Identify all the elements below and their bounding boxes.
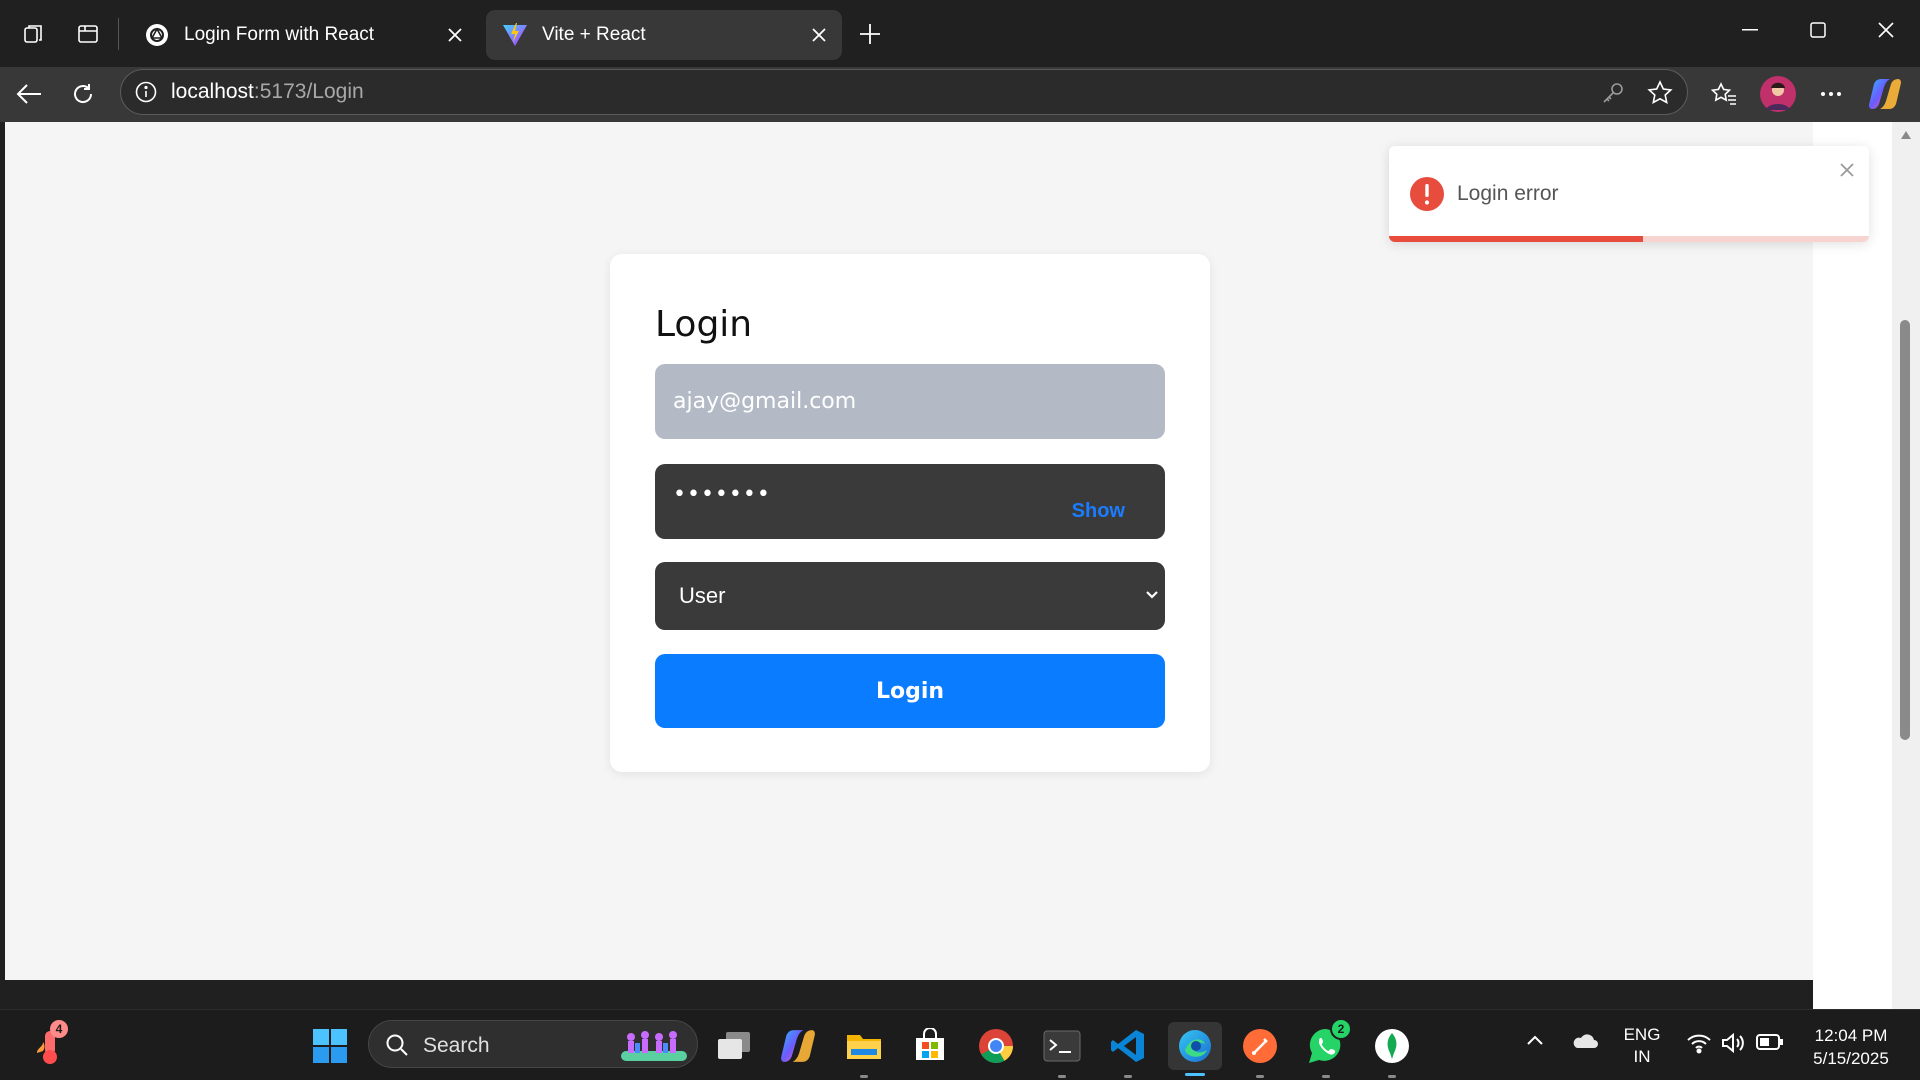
chrome-icon[interactable] [972, 1022, 1020, 1070]
favorites-icon[interactable] [1706, 76, 1742, 112]
weather-widget-icon[interactable]: 4 [26, 1020, 74, 1070]
running-indicator [1058, 1075, 1066, 1078]
new-tab-icon[interactable] [854, 18, 886, 50]
running-indicator [1124, 1075, 1132, 1078]
browser-tab-bar: Login Form with React Vite + React [0, 0, 1920, 67]
whatsapp-icon[interactable]: 2 [1302, 1018, 1352, 1078]
file-explorer-icon[interactable] [840, 1022, 888, 1078]
refresh-icon[interactable] [66, 77, 100, 111]
postman-icon[interactable] [1236, 1022, 1284, 1078]
site-info-icon[interactable] [135, 81, 157, 103]
tab-login-form[interactable]: Login Form with React [128, 10, 478, 60]
running-indicator [1388, 1075, 1396, 1078]
active-indicator [1185, 1073, 1205, 1076]
running-indicator [1256, 1075, 1264, 1078]
tab-title: Login Form with React [184, 24, 375, 45]
wifi-icon[interactable] [1686, 1032, 1712, 1054]
language-code: ENG [1623, 1025, 1661, 1044]
mongodb-compass-icon[interactable] [1368, 1022, 1416, 1078]
clock[interactable]: 12:04 PM 5/15/2025 [1796, 1024, 1906, 1070]
address-bar[interactable]: localhost:5173/Login [120, 69, 1688, 115]
minimize-icon[interactable] [1734, 14, 1766, 46]
vscode-icon[interactable] [1104, 1022, 1152, 1078]
email-input[interactable] [655, 364, 1165, 439]
volume-icon[interactable] [1720, 1032, 1746, 1054]
toast-progress-bar [1389, 236, 1644, 242]
terminal-icon[interactable] [1038, 1022, 1086, 1078]
scrollbar-thumb[interactable] [1900, 320, 1910, 740]
copilot-icon[interactable] [1866, 75, 1904, 113]
vite-favicon-icon [502, 22, 528, 48]
maximize-icon[interactable] [1802, 14, 1834, 46]
error-icon [1410, 177, 1444, 211]
scroll-up-arrow-icon[interactable] [1900, 130, 1912, 140]
profile-avatar[interactable] [1758, 74, 1798, 114]
url-host: localhost [171, 80, 254, 103]
toast-close-icon[interactable] [1835, 158, 1859, 182]
search-icon [385, 1033, 409, 1057]
close-tab-icon[interactable] [802, 18, 836, 52]
whatsapp-badge: 2 [1330, 1018, 1352, 1040]
battery-icon[interactable] [1756, 1034, 1784, 1050]
clock-time: 12:04 PM [1814, 1026, 1888, 1045]
taskbar-search[interactable]: Search [368, 1020, 698, 1068]
running-indicator [1322, 1075, 1330, 1078]
region-code: IN [1633, 1047, 1651, 1066]
search-highlight-icon [619, 1027, 689, 1063]
language-indicator[interactable]: ENG IN [1614, 1024, 1670, 1068]
browser-toolbar: localhost:5173/Login [0, 67, 1920, 122]
page-viewport: Login Show User Login [5, 122, 1813, 980]
back-icon[interactable] [12, 77, 46, 111]
email-field[interactable] [655, 364, 1165, 439]
close-tab-icon[interactable] [438, 18, 472, 52]
show-hidden-icons-icon[interactable] [1526, 1034, 1544, 1046]
login-title: Login [655, 304, 753, 345]
tab-actions-icon[interactable] [72, 18, 104, 50]
weather-badge: 4 [50, 1020, 68, 1038]
microsoft-store-icon[interactable] [906, 1022, 954, 1070]
url-path: :5173/Login [253, 80, 364, 103]
toast-message: Login error [1457, 182, 1559, 205]
close-window-icon[interactable] [1870, 14, 1902, 46]
page-scrollbar[interactable] [1892, 122, 1920, 1009]
password-field[interactable]: Show [655, 464, 1165, 539]
url-text[interactable]: localhost:5173/Login [171, 80, 364, 104]
clock-date: 5/15/2025 [1813, 1049, 1889, 1068]
login-card: Login Show User Login [610, 254, 1210, 772]
role-select-value: User [679, 583, 726, 608]
workspaces-icon[interactable] [18, 18, 50, 50]
more-options-icon[interactable] [1814, 77, 1848, 111]
search-label: Search [423, 1034, 490, 1057]
edge-icon[interactable] [1168, 1022, 1222, 1076]
start-icon[interactable] [306, 1022, 354, 1070]
chevron-down-icon [1141, 584, 1163, 606]
tab-divider [118, 18, 119, 50]
running-indicator [860, 1075, 868, 1078]
role-select[interactable]: User [655, 562, 1165, 630]
favorite-star-icon[interactable] [1647, 80, 1673, 106]
page-bottom-band [5, 980, 1813, 1009]
tab-title: Vite + React [542, 24, 646, 45]
onedrive-icon[interactable] [1570, 1030, 1598, 1050]
toast-progress-track [1389, 236, 1869, 242]
tab-vite-react[interactable]: Vite + React [486, 10, 842, 60]
windows-taskbar: 4 Search 2 ENG IN 12:04 PM 5/15/2025 [0, 1009, 1920, 1080]
page-right-margin [1813, 122, 1892, 1009]
login-submit-button[interactable]: Login [655, 654, 1165, 728]
copilot-taskbar-icon[interactable] [774, 1022, 822, 1070]
password-key-icon[interactable] [1601, 81, 1625, 105]
show-password-toggle[interactable]: Show [1072, 500, 1125, 523]
task-view-icon[interactable] [710, 1022, 758, 1070]
error-toast: Login error [1389, 146, 1869, 242]
openai-favicon-icon [144, 22, 170, 48]
